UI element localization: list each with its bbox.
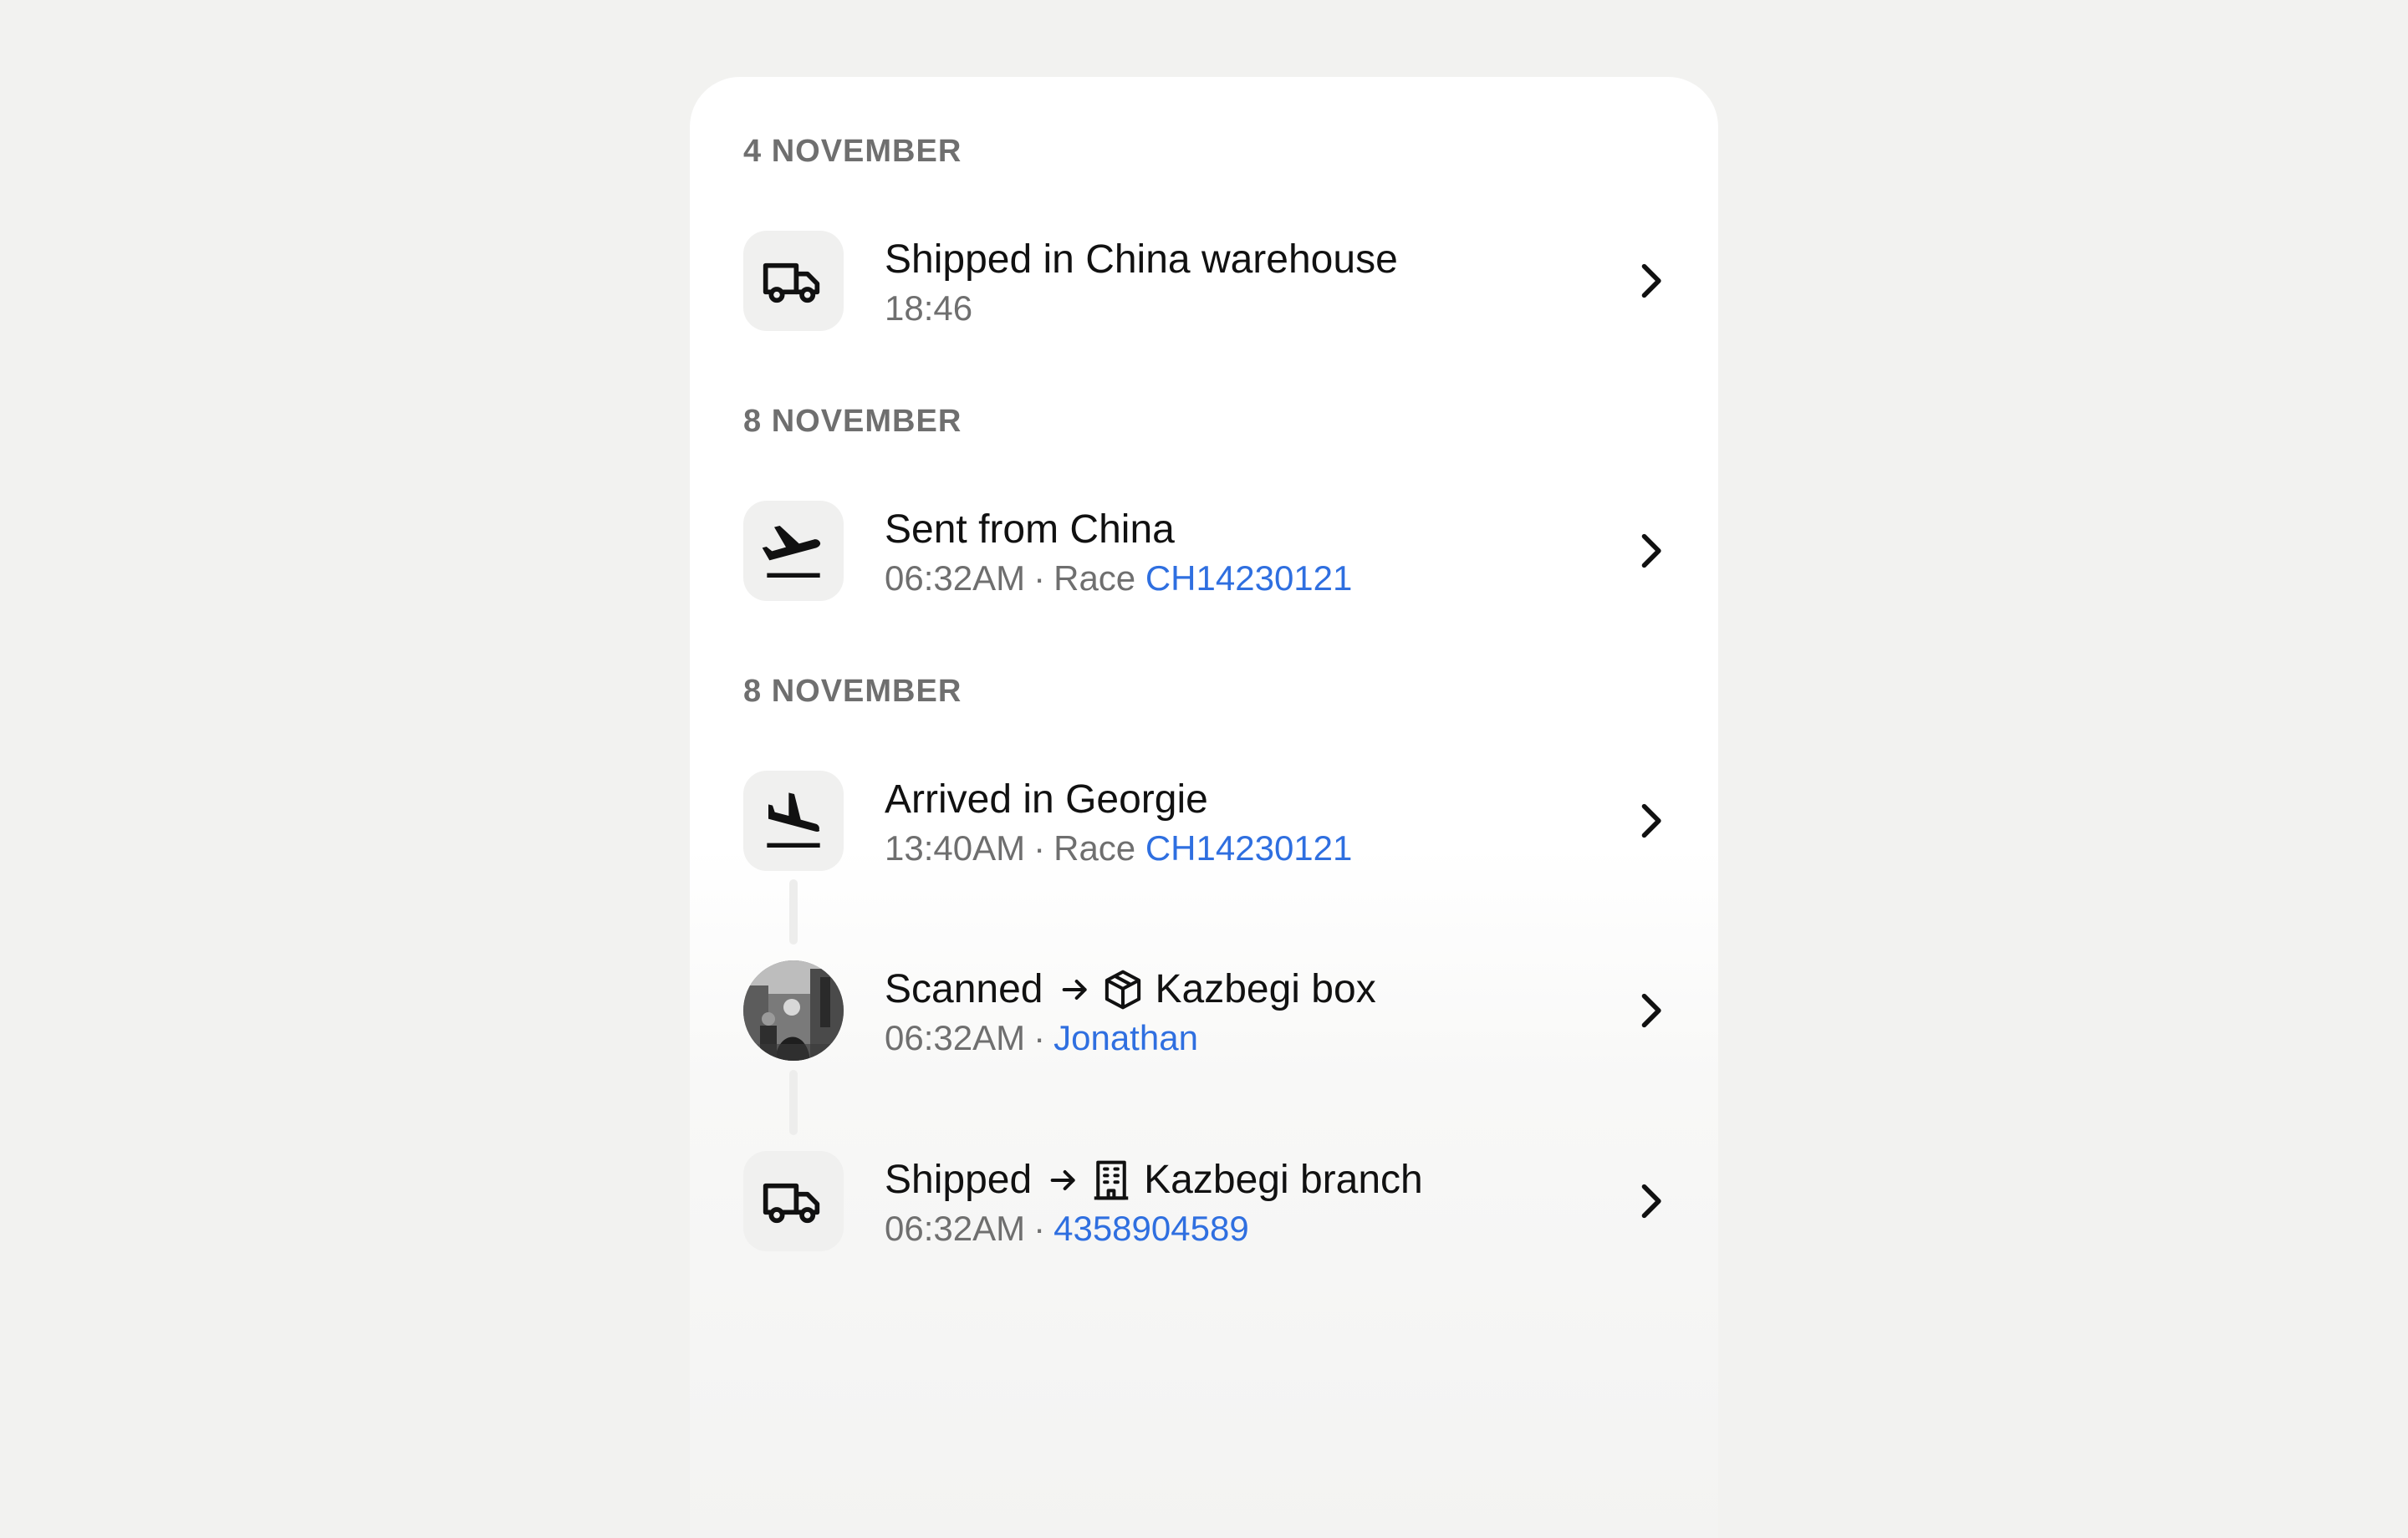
race-label: Race — [1054, 828, 1136, 868]
date-header: 8 NOVEMBER — [743, 404, 962, 439]
separator-dot: · — [1033, 558, 1046, 598]
time-text: 13:40AM — [885, 828, 1026, 868]
event-shipped-kazbegi-branch[interactable]: Shipped Kazbegi branch 06:32AM · 435890458… — [743, 1151, 1671, 1251]
arrow-right-icon — [1047, 1164, 1080, 1197]
separator-dot: · — [1033, 828, 1046, 868]
timeline-connector — [789, 879, 798, 945]
event-title: Shipped in China warehouse — [885, 237, 1398, 282]
title-prefix: Shipped — [885, 1158, 1033, 1202]
chevron-right-icon — [1641, 803, 1661, 838]
title-target: Kazbegi branch — [1144, 1158, 1423, 1202]
separator-dot: · — [1033, 1209, 1046, 1248]
race-code-link[interactable]: CH14230121 — [1145, 558, 1353, 598]
event-meta: 06:32AM · 4358904589 — [885, 1208, 1249, 1250]
chevron-right-icon — [1641, 263, 1661, 298]
event-meta: 13:40AM · Race CH14230121 — [885, 828, 1352, 869]
race-label: Race — [1054, 558, 1136, 598]
date-header: 4 NOVEMBER — [743, 134, 962, 169]
truck-icon — [743, 231, 844, 331]
event-scanned-kazbegi-box[interactable]: Scanned Kazbegi box 06:32AM · Jonathan — [743, 960, 1671, 1061]
event-title: Sent from China — [885, 507, 1175, 552]
person-link[interactable]: Jonathan — [1054, 1018, 1198, 1057]
time-text: 18:46 — [885, 288, 973, 328]
tracking-number-link[interactable]: 4358904589 — [1054, 1209, 1249, 1248]
event-title: Scanned Kazbegi box — [885, 965, 1376, 1014]
arrow-right-icon — [1059, 973, 1092, 1006]
avatar — [743, 960, 844, 1061]
plane-departure-icon — [743, 501, 844, 601]
title-prefix: Scanned — [885, 967, 1043, 1011]
time-text: 06:32AM — [885, 1209, 1026, 1248]
event-meta: 06:32AM · Race CH14230121 — [885, 558, 1352, 599]
event-shipped-china-warehouse[interactable]: Shipped in China warehouse 18:46 — [743, 231, 1671, 331]
plane-arrival-icon — [743, 771, 844, 871]
title-target: Kazbegi box — [1155, 967, 1376, 1011]
event-title: Arrived in Georgie — [885, 777, 1208, 822]
date-header: 8 NOVEMBER — [743, 674, 962, 709]
event-title: Shipped Kazbegi branch — [885, 1156, 1423, 1204]
race-code-link[interactable]: CH14230121 — [1145, 828, 1353, 868]
chevron-right-icon — [1641, 993, 1661, 1028]
chevron-right-icon — [1641, 1184, 1661, 1219]
truck-icon — [743, 1151, 844, 1251]
event-meta: 06:32AM · Jonathan — [885, 1017, 1198, 1059]
timeline-connector — [789, 1070, 798, 1135]
event-arrived-in-georgie[interactable]: Arrived in Georgie 13:40AM · Race CH142301… — [743, 771, 1671, 871]
event-sent-from-china[interactable]: Sent from China 06:32AM · Race CH14230121 — [743, 501, 1671, 601]
time-text: 06:32AM — [885, 1018, 1026, 1057]
tracking-timeline-card: 4 NOVEMBER Shipped in China warehouse 18… — [690, 77, 1718, 1538]
time-text: 06:32AM — [885, 558, 1026, 598]
separator-dot: · — [1033, 1018, 1046, 1057]
box-icon — [1100, 967, 1145, 1012]
chevron-right-icon — [1641, 533, 1661, 568]
event-time: 18:46 — [885, 288, 972, 329]
building-icon — [1089, 1158, 1134, 1203]
